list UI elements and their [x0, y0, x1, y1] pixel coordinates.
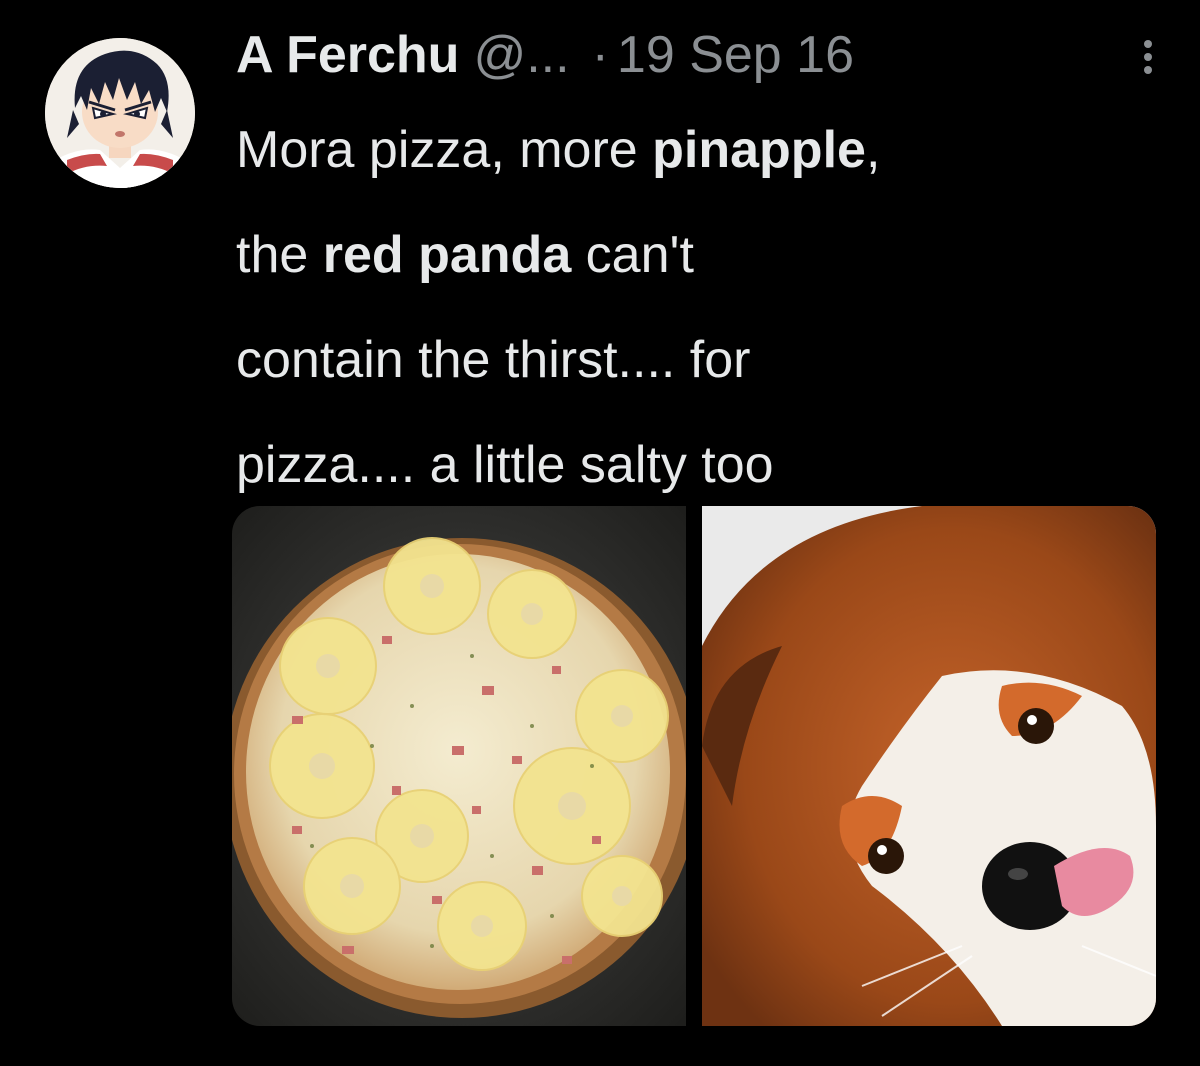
more-options-button[interactable] — [1126, 24, 1170, 84]
tweet-text-bold-segment: pinapple — [652, 121, 866, 179]
more-vertical-icon — [1144, 40, 1152, 74]
tweet-text-line: Mora pizza, more pinapple, — [236, 98, 1176, 203]
anime-avatar-icon — [45, 38, 195, 188]
tweet-text-segment: the — [236, 226, 323, 284]
tweet-header: A Ferchu @... · 19 Sep 16 — [236, 22, 854, 88]
avatar[interactable] — [45, 38, 195, 188]
tweet-text-segment: pizza.... a little salty too — [236, 436, 774, 494]
tweet-text-segment: contain the thirst.... for — [236, 331, 751, 389]
tweet-text-line: contain the thirst.... for — [236, 308, 1176, 413]
author-handle[interactable]: @... — [473, 22, 569, 88]
tweet-text-segment: , — [865, 121, 881, 179]
tweet-date[interactable]: 19 Sep 16 — [617, 22, 854, 88]
header-separator: · — [591, 26, 609, 84]
author-display-name[interactable]: A Ferchu — [236, 22, 459, 88]
pineapple-pizza-photo[interactable] — [232, 506, 686, 1026]
tweet-text-line: pizza.... a little salty too — [236, 413, 1176, 518]
tweet-text-bold-segment: red panda — [322, 226, 572, 284]
tweet-text-segment: Mora pizza, more — [236, 121, 653, 179]
tweet-text-line: the red panda can't — [236, 203, 1176, 308]
tweet[interactable]: A Ferchu @... · 19 Sep 16 Mora pizza, mo… — [0, 0, 1200, 1066]
media-grid — [232, 506, 1156, 1026]
red-panda-image — [702, 506, 1156, 1026]
red-panda-photo[interactable] — [702, 506, 1156, 1026]
pizza-image — [232, 506, 686, 1026]
tweet-text: Mora pizza, more pinapple, the red panda … — [236, 98, 1176, 518]
tweet-text-segment: can't — [571, 226, 694, 284]
